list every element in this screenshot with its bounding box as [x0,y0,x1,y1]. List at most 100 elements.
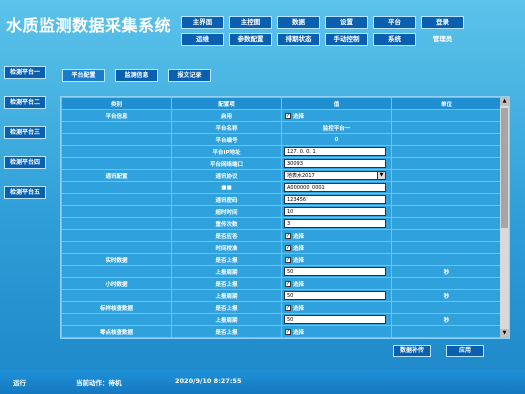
menu-schedule-status-button[interactable]: 排期状态 [277,33,320,46]
status-bar: 运行 当前动作：待机 2020/9/10 8:27:55 [0,370,525,394]
row-value-cell: 50 [281,313,392,326]
row-value-cell: 0 [281,133,392,146]
row-value-cell: 3 [281,217,392,230]
value-input[interactable]: 50 [284,315,386,324]
protocol-select[interactable]: 地表水2017 ▼ [284,171,386,180]
menu-login-button[interactable]: 登录 [421,16,464,29]
value-input[interactable]: 127. 0. 0. 1 [284,147,386,156]
sidebar-item-platform-4[interactable]: 检测平台四 [4,156,46,169]
row-unit [391,301,502,314]
checkmark-icon[interactable]: ✓ [285,232,291,239]
table-row: 上报周期 50 秒 [61,313,502,326]
table-row: 平台编号 0 [61,133,502,146]
row-category [61,157,172,170]
value-checkbox[interactable]: ✓ 选择 [285,244,304,252]
row-config-item: 是否上报 [171,301,282,314]
menu-row-1: 主界面 主控图 数据 设置 平台 登录 [181,16,471,29]
value-checkbox[interactable]: ✓ 选择 [285,328,304,336]
row-category: 实时数据 [61,253,172,266]
row-config-item: 是否上报 [171,253,282,266]
row-value-cell: ✓ 选择 [281,253,392,266]
menu-manual-control-button[interactable]: 手动控制 [325,33,368,46]
scroll-thumb[interactable] [501,108,508,228]
header-category: 类别 [61,97,172,110]
row-value-cell: 地表水2017 ▼ [281,169,392,182]
value-input[interactable]: 3 [284,219,386,228]
menu-control-diagram-button[interactable]: 主控图 [229,16,272,29]
checkmark-icon[interactable]: ✓ [285,256,291,263]
checkmark-icon[interactable]: ✓ [285,280,291,287]
tab-message-log[interactable]: 报文记录 [168,69,211,82]
row-config-item: 超时时间 [171,205,282,218]
row-config-item: 平台IP地址 [171,145,282,158]
row-category [61,265,172,278]
scroll-down-icon[interactable]: ▼ [500,329,509,338]
apply-button[interactable]: 应用 [446,345,484,357]
scroll-up-icon[interactable]: ▲ [500,97,509,106]
value-input[interactable]: A000000_0001 [284,183,386,192]
sidebar-item-platform-1[interactable]: 检测平台一 [4,66,46,79]
checkmark-icon[interactable]: ✓ [285,112,291,119]
row-category: 平台信息 [61,109,172,122]
current-action: 当前动作：待机 [76,379,122,387]
menu-maintenance-button[interactable]: 运维 [181,33,224,46]
table-row: 重传次数 3 [61,217,502,230]
value-input[interactable]: 30093 [284,159,386,168]
menu-param-config-button[interactable]: 参数配置 [229,33,272,46]
value-input[interactable]: 50 [284,267,386,276]
value-checkbox[interactable]: ✓ 选择 [285,304,304,312]
value-checkbox[interactable]: ✓ 选择 [285,112,304,120]
chevron-down-icon[interactable]: ▼ [377,172,385,179]
checkmark-icon[interactable]: ✓ [285,328,291,335]
row-config-item: 是否应答 [171,229,282,242]
row-unit [391,277,502,290]
checkmark-icon[interactable]: ✓ [285,304,291,311]
tab-monitor-info[interactable]: 监测信息 [115,69,158,82]
table-row: 时间校准 ✓ 选择 [61,241,502,254]
row-category [61,121,172,134]
tab-platform-config[interactable]: 平台配置 [62,69,105,82]
value-input[interactable]: 123456 [284,195,386,204]
sidebar-item-platform-2[interactable]: 检测平台二 [4,96,46,109]
row-unit [391,157,502,170]
row-config-item: 是否上报 [171,325,282,338]
row-unit [391,205,502,218]
row-unit: 秒 [391,265,502,278]
sidebar-item-platform-3[interactable]: 检测平台三 [4,126,46,139]
table-row: 通讯密码 123456 [61,193,502,206]
row-value-cell: 10 [281,205,392,218]
value-input[interactable]: 10 [284,207,386,216]
value-checkbox[interactable]: ✓ 选择 [285,256,304,264]
reupload-data-button[interactable]: 数据补传 [393,345,431,357]
menu-platform-button[interactable]: 平台 [373,16,416,29]
table-row: 平台名称 监控平台一 [61,121,502,134]
table-scrollbar[interactable]: ▲ ▼ [500,97,509,338]
value-checkbox[interactable]: ✓ 选择 [285,232,304,240]
row-config-item: 上报周期 [171,313,282,326]
checkbox-label: 选择 [293,245,305,252]
menu-main-button[interactable]: 主界面 [181,16,224,29]
row-config-item: 重传次数 [171,217,282,230]
row-value-cell: 50 [281,289,392,302]
sidebar-item-platform-5[interactable]: 检测平台五 [4,186,46,199]
row-category [61,289,172,302]
table-row: 平台IP地址 127. 0. 0. 1 [61,145,502,158]
row-config-item: 平台名称 [171,121,282,134]
action-buttons: 数据补传 应用 [393,345,484,357]
value-checkbox[interactable]: ✓ 选择 [285,280,304,288]
table-row: 上报周期 50 秒 [61,265,502,278]
row-category: 标样核查数据 [61,301,172,314]
table-row: 零点核查数据 是否上报 ✓ 选择 [61,325,502,338]
menu-system-button[interactable]: 系统 [373,33,416,46]
table-row: 超时时间 10 [61,205,502,218]
config-grid: 类别 配置项 值 单位 平台信息 启用 ✓ 选择 平台名称 监控平台一 平台编号 0 平台IP地… [60,96,510,339]
menu-data-button[interactable]: 数据 [277,16,320,29]
row-unit [391,253,502,266]
checkmark-icon[interactable]: ✓ [285,244,291,251]
value-input[interactable]: 50 [284,291,386,300]
row-unit [391,169,502,182]
menu-row-2: 运维 参数配置 排期状态 手动控制 系统 管理员 [181,33,471,46]
menu-settings-button[interactable]: 设置 [325,16,368,29]
row-category: 小时数据 [61,277,172,290]
row-config-item: 上报周期 [171,289,282,302]
